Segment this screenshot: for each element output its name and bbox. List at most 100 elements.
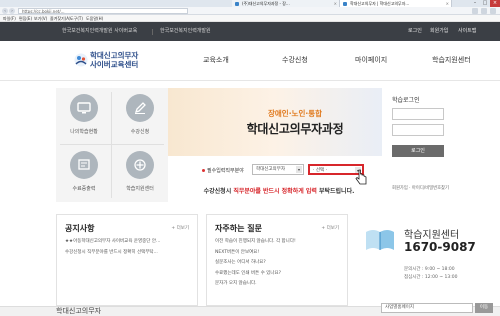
nav-mypage[interactable]: 마이페이지 [355, 55, 387, 65]
divider [111, 92, 112, 198]
family-site-go-button[interactable]: 이동 [475, 303, 493, 313]
notice-list: ★★아동학대신고의무자 사이버교육 운영중단 안... 수강신청시 직무분야를 … [65, 237, 191, 258]
browser-tab-1[interactable]: (주)대신고의무자과정 - 장... × [232, 0, 340, 7]
menu-favorites[interactable]: 즐겨찾기(A) [50, 15, 71, 22]
menu-file[interactable]: 파일(F) [3, 15, 16, 22]
list-item[interactable]: ★★아동학대신고의무자 사이버교육 운영중단 안... [65, 237, 191, 248]
required-dot-icon [202, 169, 205, 172]
favicon-icon [343, 2, 347, 6]
user-id-input[interactable] [392, 108, 444, 120]
site-top-bar: 한국보건복지인력개발원 사이버교육 한국보건복지인력개발원 로그인 회원가입 사… [0, 22, 500, 41]
support-center-box: 학습지원센터 1670-9087 문의시간 : 9:00 ~ 18:00 점심시… [356, 214, 500, 306]
faq-title: 자주하는 질문 [215, 224, 262, 233]
divider [60, 144, 164, 145]
address-bar-row: ‹ › https://cc.bokji.net/... [0, 7, 500, 15]
browser-menu-bar: 파일(F) 편집(E) 보기(V) 즐겨찾기(A) 도구(T) 도움말(H) [0, 15, 500, 22]
list-item[interactable]: 문자가 오지 않습니다. [215, 279, 341, 290]
notice-more-link[interactable]: + 더보기 [171, 225, 189, 231]
quick-label: 수강신청 [130, 129, 150, 135]
support-hours-2: 점심시간 : 12:00 ~ 13:00 [404, 275, 458, 280]
support-title: 학습지원센터 [404, 230, 460, 241]
window-controls: – □ × [470, 0, 500, 7]
browser-tab-bar: (주)대신고의무자과정 - 장... × 학대신고의무자 | 학대신고의무자..… [0, 0, 500, 7]
notice-suffix: 부탁드립니다. [316, 188, 355, 195]
maximize-icon[interactable]: □ [480, 0, 490, 7]
login-button[interactable]: 로그인 [392, 145, 444, 157]
footer-title: 학대신고의무자 [56, 307, 102, 315]
support-hours-1: 문의시간 : 9:00 ~ 18:00 [404, 267, 455, 272]
faq-list: 이전 학습이 진행되지 않습니다. 각 합니다! NEXT버튼이 안보여요! 실… [215, 237, 341, 290]
support-hours: 문의시간 : 9:00 ~ 18:00 점심시간 : 12:00 ~ 13:00 [404, 266, 458, 282]
site-logo[interactable]: 학대신고의무자 사이버교육센터 [90, 51, 170, 69]
menu-help[interactable]: 도움말(H) [86, 15, 103, 22]
logo-line-2: 사이버교육센터 [90, 60, 139, 69]
tab-label: 학대신고의무자 | 학대신고의무자... [350, 1, 410, 6]
faq-more-link[interactable]: + 더보기 [321, 225, 339, 231]
list-item[interactable]: NEXT버튼이 안보여요! [215, 248, 341, 259]
gear-icon[interactable] [490, 8, 496, 14]
support-phone: 1670-9087 [404, 240, 476, 254]
notice-box: 공지사항 + 더보기 ★★아동학대신고의무자 사이버교육 운영중단 안... 수… [56, 214, 198, 306]
enroll-form-row: 필수입력직무분야 학대신고의무자 ▾ · 선택 · ▾ [168, 161, 382, 185]
login-title: 학습로그인 [392, 97, 420, 104]
support-icon [126, 151, 154, 179]
logo-icon[interactable] [74, 53, 88, 67]
banner-subtitle: 장애인·노인·통합 [268, 109, 322, 118]
faq-box: 자주하는 질문 + 더보기 이전 학습이 진행되지 않습니다. 각 합니다! N… [206, 214, 348, 306]
quick-menu: 나의학습현황 수강신청 수료증출력 학습지원센터 [56, 88, 168, 202]
quick-label: 수료증출력 [72, 186, 96, 192]
pencil-icon [126, 94, 154, 122]
tab-close-icon[interactable]: × [446, 0, 449, 7]
job-field-select-value: · 선택 · [313, 168, 328, 173]
star-icon[interactable] [481, 8, 487, 14]
certificate-icon [70, 151, 98, 179]
browser-tab-2[interactable]: 학대신고의무자 | 학대신고의무자... × [340, 0, 452, 7]
nav-course-intro[interactable]: 교육소개 [203, 55, 229, 65]
tab-close-icon[interactable]: × [334, 0, 337, 7]
notice-prefix: 수강신청시 [203, 188, 234, 195]
logo-line-1: 학대신고의무자 [90, 51, 139, 60]
list-item[interactable]: 이전 학습이 진행되지 않습니다. 각 합니다! [215, 237, 341, 248]
nav-support-center[interactable]: 학습지원센터 [432, 55, 471, 65]
quick-label: 학습지원센터 [126, 186, 154, 192]
menu-tools[interactable]: 도구(T) [70, 15, 83, 22]
topbar-link-institute[interactable]: 한국보건복지인력개발원 [160, 22, 211, 41]
login-links[interactable]: 회원가입 · 아이디/비밀번호찾기 [392, 185, 449, 191]
book-icon [366, 230, 394, 250]
notice-title: 공지사항 [65, 224, 95, 233]
password-input[interactable] [392, 124, 444, 136]
minimize-icon[interactable]: – [470, 0, 480, 7]
course-select[interactable]: 학대신고의무자 ▾ [252, 164, 304, 175]
field-label: 필수입력직무분야 [202, 167, 244, 174]
quick-support-center[interactable]: 학습지원센터 [112, 145, 168, 202]
nav-enrollment[interactable]: 수강신청 [282, 55, 308, 65]
tab-label: (주)대신고의무자과정 - 장... [242, 1, 290, 6]
quick-my-learning[interactable]: 나의학습현황 [56, 88, 112, 145]
divider [152, 29, 153, 35]
list-item[interactable]: 실문조사는 어디서 하나요? [215, 258, 341, 269]
menu-view[interactable]: 보기(V) [34, 15, 47, 22]
close-window-icon[interactable]: × [490, 0, 500, 7]
url-input[interactable]: https://cc.bokji.net/... [18, 8, 188, 14]
course-select-value: 학대신고의무자 [256, 167, 285, 172]
forward-icon[interactable]: › [9, 8, 15, 14]
site-header: 학대신고의무자 사이버교육센터 교육소개 수강신청 마이페이지 학습지원센터 [0, 41, 500, 81]
home-icon[interactable] [472, 8, 478, 14]
topbar-link-cyber[interactable]: 한국보건복지인력개발원 사이버교육 [62, 22, 137, 41]
main-banner: 장애인·노인·통합 학대신고의무자과정 필수입력직무분야 학대신고의무자 ▾ ·… [168, 88, 382, 202]
favicon-icon [235, 2, 239, 6]
signup-link[interactable]: 회원가입 [430, 22, 448, 41]
enroll-notice: 수강신청시 직무분야를 반드시 정확하게 입력 부탁드립니다. [168, 186, 382, 195]
list-item[interactable]: 수강신청시 직무분야를 반드시 정확히 선택부탁... [65, 248, 191, 259]
menu-edit[interactable]: 편집(E) [19, 15, 32, 22]
field-label-text: 필수입력직무분야 [207, 168, 244, 174]
quick-certificate[interactable]: 수료증출력 [56, 145, 112, 202]
login-link[interactable]: 로그인 [408, 22, 422, 41]
sitemap-link[interactable]: 사이트맵 [458, 22, 476, 41]
list-item[interactable]: 수료했는데도 인쇄 버튼 수 있나요? [215, 269, 341, 280]
family-site-select[interactable]: 사업별홈페이지 [381, 303, 473, 313]
monitor-icon [70, 94, 98, 122]
back-icon[interactable]: ‹ [2, 8, 8, 14]
quick-enrollment[interactable]: 수강신청 [112, 88, 168, 145]
chevron-down-icon: ▾ [296, 166, 302, 173]
